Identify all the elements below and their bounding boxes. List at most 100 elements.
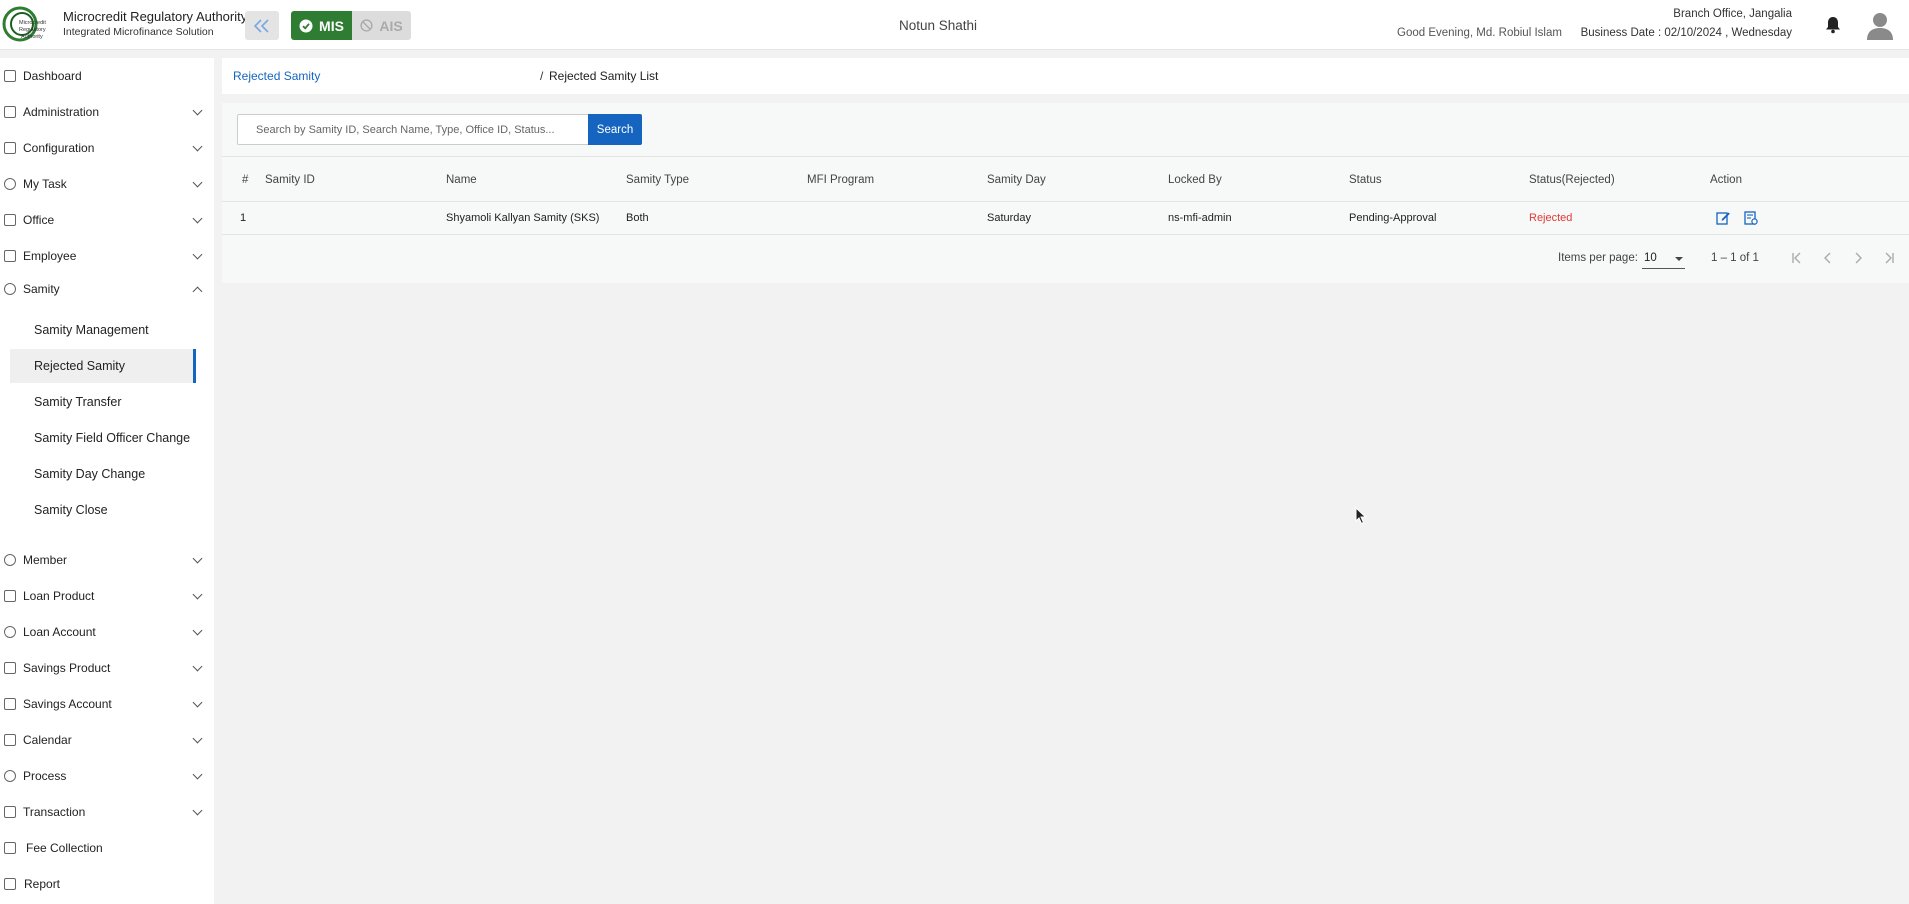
sidebar-item-label: Loan Product [23,589,95,603]
office-icon [4,214,16,226]
sidebar-item-savings-account[interactable]: Savings Account [0,688,214,720]
sidebar-item-label: Office [23,213,55,227]
sidebar-item-fee-collection[interactable]: Fee Collection [0,832,214,864]
sidebar-item-administration[interactable]: Administration [0,96,214,128]
chevron-down-icon [192,697,203,707]
cell-samity-day: Saturday [987,212,1032,224]
samity-icon [4,283,16,295]
chevron-down-icon [192,589,203,599]
sidebar-item-member[interactable]: Member [0,544,214,576]
chevron-down-icon [192,625,203,635]
branch-name: Branch Office, Jangalia [1673,8,1792,20]
sidebar-item-label: Samity [23,282,60,296]
sidebar-subitem-samity-close[interactable]: Samity Close [10,493,196,527]
chevron-down-icon [192,733,203,743]
sidebar-item-savings-product[interactable]: Savings Product [0,652,214,684]
last-page-icon [1885,252,1894,264]
loan-product-icon [4,590,16,602]
chevron-down-icon [192,177,203,187]
transaction-icon [4,806,16,818]
sidebar-item-my-task[interactable]: My Task [0,168,214,200]
sidebar-item-report[interactable]: Report [0,868,214,900]
sidebar-subitem-samity-day-change[interactable]: Samity Day Change [10,457,196,491]
last-page-button[interactable] [1878,248,1898,268]
search-input[interactable] [237,114,590,145]
sidebar-item-employee[interactable]: Employee [0,240,214,272]
bell-icon[interactable] [1825,16,1841,34]
app-name: Notun Shathi [899,18,978,33]
sidebar-item-label: Savings Account [23,697,112,711]
member-icon [4,554,16,566]
breadcrumb: Rejected Samity / Rejected Samity List [222,58,1909,94]
svg-text:Regulatory: Regulatory [19,27,46,33]
mis-label: MIS [319,17,344,34]
dropdown-arrow-icon [1675,257,1683,261]
sidebar-item-label: Transaction [23,805,86,819]
edit-icon[interactable] [1715,210,1731,226]
org-subtitle: Integrated Microfinance Solution [63,26,214,38]
first-page-button[interactable] [1788,248,1808,268]
column-header: Action [1710,174,1742,186]
sidebar-subitem-field-officer-change[interactable]: Samity Field Officer Change [10,421,196,455]
collapse-sidebar-button[interactable] [245,11,279,40]
svg-text:Authority: Authority [21,34,43,40]
fee-collection-icon [4,842,16,854]
sidebar-item-office[interactable]: Office [0,204,214,236]
sidebar-item-label: Administration [23,105,100,119]
sidebar-item-loan-product[interactable]: Loan Product [0,580,214,612]
sidebar-item-label: Fee Collection [26,841,103,855]
column-header: Samity Day [987,174,1046,186]
column-header: # [242,174,249,186]
sidebar-subitem-rejected-samity[interactable]: Rejected Samity [10,349,196,383]
sliders-icon [4,142,16,154]
mra-logo: Microcredit Regulatory Authority [2,6,46,42]
chevron-down-icon [192,141,203,151]
cell-locked-by: ns-mfi-admin [1168,212,1232,224]
items-per-page-select[interactable]: 10 [1642,249,1685,269]
savings-product-icon [4,662,16,674]
chevron-down-icon [192,805,203,815]
chevron-right-icon [1855,252,1862,264]
sidebar-subitem-label: Samity Field Officer Change [34,431,191,445]
sidebar-item-process[interactable]: Process [0,760,214,792]
breadcrumb-link-rejected-samity[interactable]: Rejected Samity [233,69,320,83]
grid-icon [4,70,16,82]
sidebar-item-label: Process [23,769,67,783]
sidebar-item-transaction[interactable]: Transaction [0,796,214,828]
sidebar-subitem-label: Samity Close [34,503,108,517]
chevron-down-icon [192,249,203,259]
chevron-down-icon [192,105,203,115]
calendar-icon [4,734,16,746]
employee-icon [4,250,16,262]
check-circle-icon [299,19,313,32]
cell-status: Pending-Approval [1349,212,1437,224]
sidebar: Dashboard Administration Configuration M… [0,58,214,904]
sidebar-subitem-samity-management[interactable]: Samity Management [10,313,196,347]
sidebar-item-loan-account[interactable]: Loan Account [0,616,214,648]
ais-toggle-button[interactable]: AIS [352,11,411,40]
next-page-button[interactable] [1848,248,1868,268]
admin-icon [4,106,16,118]
breadcrumb-separator: / [540,69,544,83]
sidebar-item-label: Configuration [23,141,95,155]
user-avatar-icon[interactable] [1866,11,1894,40]
column-header: Name [446,174,477,186]
chevron-down-icon [192,661,203,671]
sidebar-subitem-samity-transfer[interactable]: Samity Transfer [10,385,196,419]
sidebar-item-label: Employee [23,249,77,263]
search-button[interactable]: Search [588,114,642,145]
sidebar-subitem-label: Rejected Samity [34,359,126,373]
previous-page-button[interactable] [1818,248,1838,268]
sidebar-item-samity[interactable]: Samity [0,273,214,305]
table-row[interactable]: 1 Shyamoli Kallyan Samity (SKS) Both Sat… [222,202,1909,235]
top-header: Microcredit Regulatory Authority Microcr… [0,0,1909,50]
sidebar-item-configuration[interactable]: Configuration [0,132,214,164]
cell-status-rejected: Rejected [1529,212,1573,224]
savings-account-icon [4,698,16,710]
sidebar-item-dashboard[interactable]: Dashboard [0,60,214,92]
sidebar-item-calendar[interactable]: Calendar [0,724,214,756]
view-document-icon[interactable] [1743,210,1759,226]
sidebar-subitem-label: Samity Day Change [34,467,146,481]
mis-toggle-button[interactable]: MIS [291,11,352,40]
chevron-down-icon [192,553,203,563]
